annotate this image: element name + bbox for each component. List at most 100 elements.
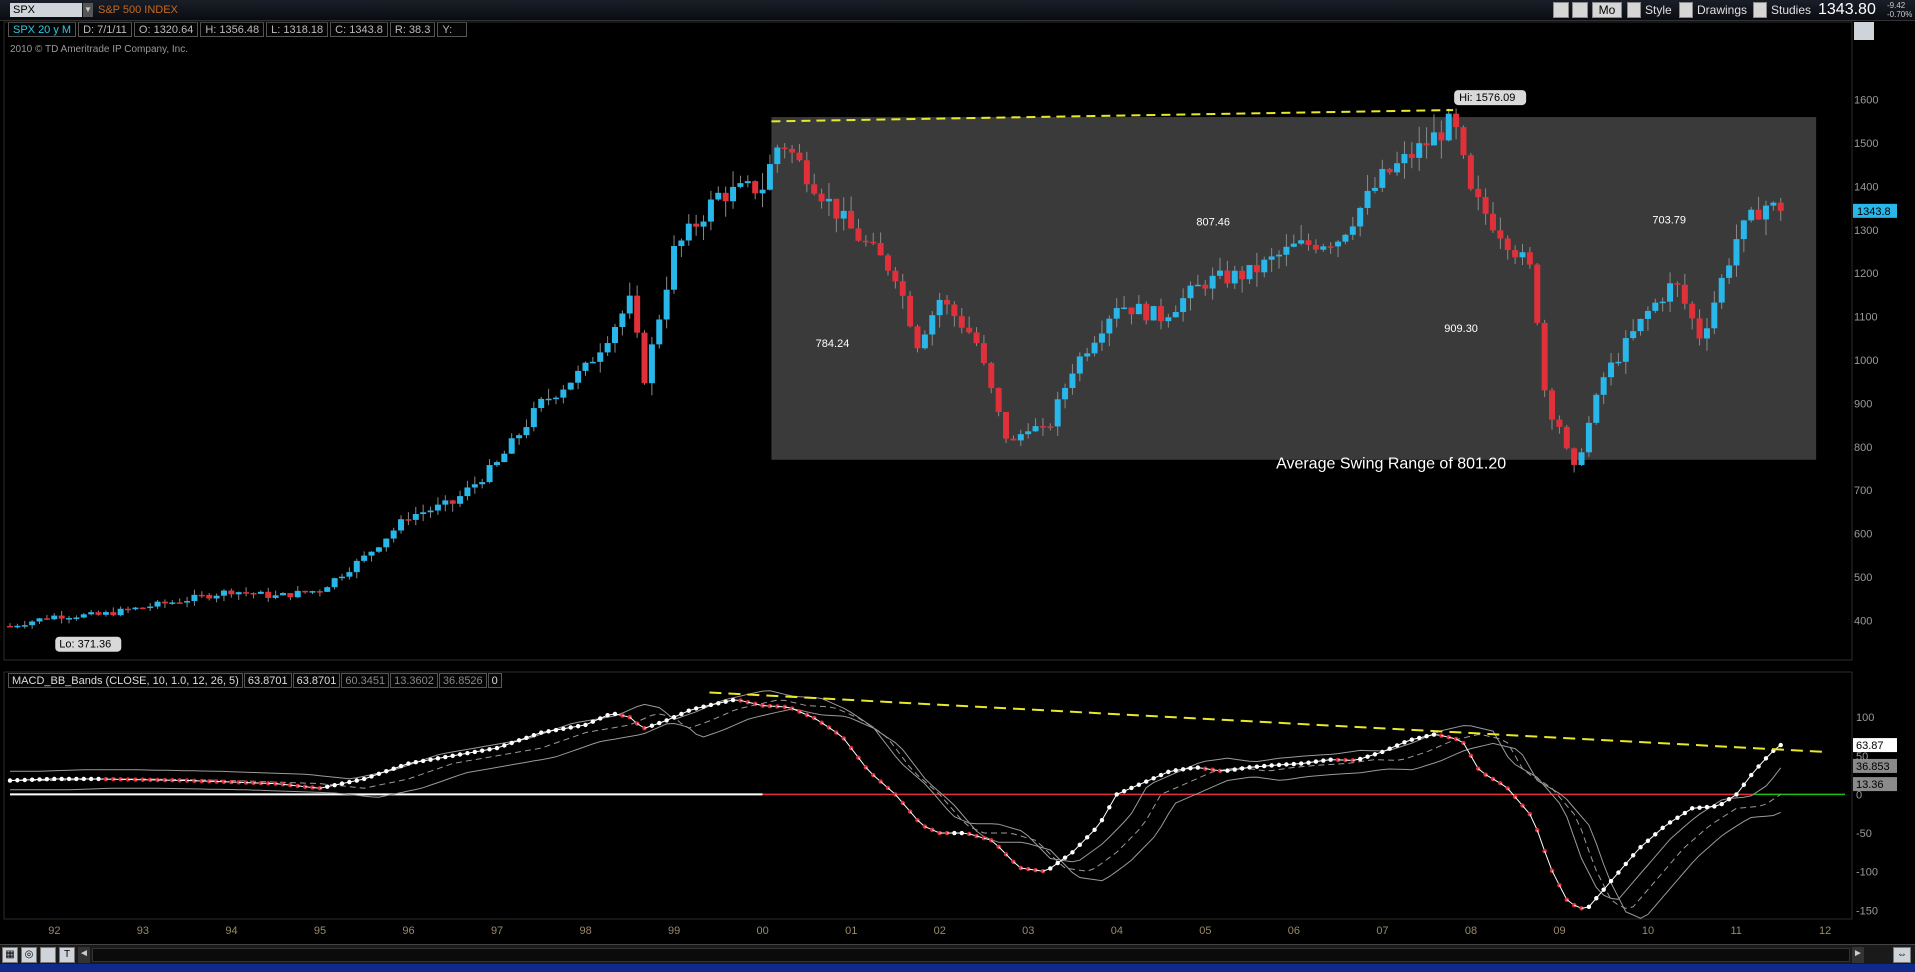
candle-up — [464, 487, 471, 497]
macd-lower-marker: 13.36 — [1856, 779, 1884, 791]
scroll-left-icon[interactable]: ◄ — [78, 947, 90, 963]
settings-icon[interactable]: ◎ — [21, 947, 37, 963]
price-tick-label: 400 — [1854, 615, 1872, 627]
candle-up — [1268, 256, 1275, 260]
candle-down — [1681, 284, 1688, 304]
time-tick-label: 04 — [1111, 925, 1123, 937]
price-tick-label: 1200 — [1854, 268, 1878, 280]
candle-up — [1762, 205, 1769, 220]
candle-down — [951, 304, 958, 317]
candle-up — [1194, 284, 1201, 287]
candle-up — [1290, 243, 1297, 247]
price-tick-label: 1400 — [1854, 181, 1878, 193]
candle-up — [36, 618, 43, 622]
candle-down — [870, 241, 877, 244]
time-tick-label: 94 — [225, 925, 237, 937]
candle-up — [368, 551, 375, 556]
text-icon[interactable]: T — [59, 947, 75, 963]
candle-up — [516, 435, 523, 439]
time-tick-label: 11 — [1730, 925, 1741, 937]
macd-dot-up — [1778, 742, 1783, 748]
candle-up — [1246, 265, 1253, 280]
candle-up — [1017, 434, 1024, 441]
candle-up — [530, 408, 537, 428]
candle-down — [58, 615, 65, 619]
candle-down — [1039, 426, 1046, 428]
candle-down — [1128, 307, 1135, 315]
candle-up — [597, 352, 604, 362]
scroll-right-icon[interactable]: ► — [1852, 947, 1864, 963]
swing-value-label: 703.79 — [1652, 214, 1686, 226]
macd-upper-marker: 36.853 — [1856, 761, 1890, 773]
candle-up — [700, 221, 707, 227]
candle-up — [1379, 168, 1386, 188]
candle-down — [1482, 197, 1489, 214]
candle-up — [1342, 234, 1349, 242]
candle-down — [1157, 306, 1164, 322]
candle-up — [612, 326, 618, 344]
candle-up — [213, 595, 220, 599]
time-tick-label: 00 — [757, 925, 769, 937]
macd-mid-band — [10, 699, 1781, 909]
candle-up — [1165, 317, 1172, 322]
chart-canvas[interactable]: 784.24 807.46 909.30 703.79 Average Swing Ra… — [0, 0, 1915, 944]
candle-up — [1711, 302, 1718, 329]
candle-up — [921, 334, 928, 349]
candle-up — [294, 590, 301, 598]
zoom-icon[interactable]: ⇔ — [1893, 947, 1911, 963]
candle-up — [346, 572, 353, 577]
candle-down — [1460, 127, 1467, 156]
candle-down — [789, 148, 796, 153]
candle-down — [1689, 303, 1696, 319]
layout-icon[interactable] — [40, 947, 56, 963]
candle-down — [1777, 202, 1784, 211]
candle-up — [1622, 338, 1629, 362]
price-tick-label: 600 — [1854, 529, 1872, 541]
time-tick-label: 98 — [579, 925, 591, 937]
swing-value-label: 784.24 — [816, 338, 850, 350]
candle-down — [161, 601, 168, 604]
candle-down — [995, 388, 1002, 413]
candle-up — [560, 389, 567, 398]
time-tick-label: 93 — [137, 925, 149, 937]
candle-up — [66, 618, 73, 620]
candle-down — [1239, 270, 1246, 280]
candle-down — [1467, 155, 1474, 189]
candle-up — [774, 147, 781, 165]
candle-down — [899, 281, 906, 296]
candle-up — [936, 299, 943, 316]
candle-up — [604, 343, 611, 353]
expand-icon[interactable] — [1854, 22, 1874, 40]
candle-up — [1113, 308, 1120, 319]
candle-up — [375, 547, 382, 552]
candle-up — [1371, 187, 1378, 191]
candle-up — [1150, 306, 1157, 321]
candle-down — [1312, 244, 1319, 250]
price-tick-label: 1000 — [1854, 355, 1878, 367]
candle-up — [1172, 312, 1179, 318]
candle-up — [1401, 154, 1408, 164]
grid-icon[interactable]: ▦ — [2, 947, 18, 963]
macd-dot-up — [509, 740, 514, 746]
time-scrollbar[interactable] — [92, 948, 1850, 962]
time-tick-label: 10 — [1642, 925, 1654, 937]
macd-dot-up — [502, 743, 507, 748]
candle-down — [848, 210, 855, 229]
candle-down — [1489, 213, 1496, 231]
candle-up — [1430, 132, 1437, 146]
macd-segment — [1470, 755, 1479, 769]
candle-up — [1703, 328, 1710, 339]
candle-up — [589, 361, 596, 364]
price-tick-label: 1500 — [1854, 138, 1878, 150]
macd-title[interactable]: MACD_BB_Bands (CLOSE, 10, 1.0, 12, 26, 5… — [8, 673, 243, 688]
candle-up — [744, 181, 751, 184]
candle-up — [671, 246, 678, 290]
candle-up — [80, 614, 87, 618]
time-tick-label: 97 — [491, 925, 503, 937]
candle-up — [678, 240, 685, 247]
candle-up — [538, 398, 545, 409]
candle-up — [427, 510, 434, 513]
candle-up — [1121, 307, 1128, 310]
candle-down — [1534, 264, 1541, 323]
candle-down — [1475, 188, 1482, 198]
